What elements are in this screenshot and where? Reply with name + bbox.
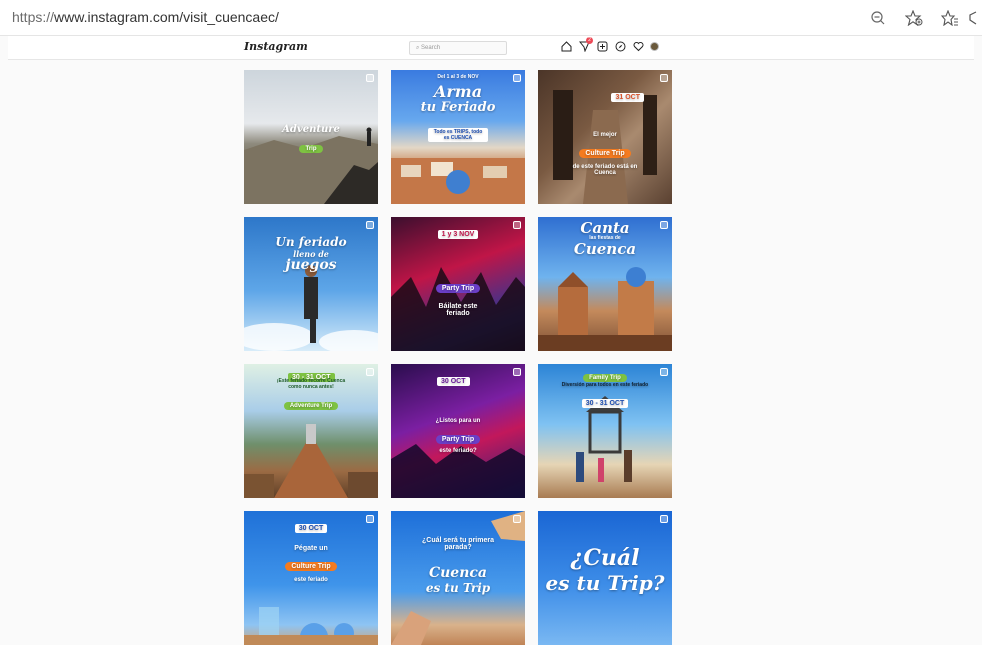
post-date-chip: 31 OCT <box>611 93 644 102</box>
post-adventure-trip[interactable]: Adventure Trip <box>244 70 378 204</box>
instagram-logo[interactable]: Instagram <box>244 40 308 53</box>
post-dates: Del 1 al 3 de NOV <box>437 74 479 80</box>
notification-badge: 2 <box>586 37 593 44</box>
post-title-line1: Cuenca <box>428 565 487 581</box>
post-party-trip[interactable]: 1 y 3 NOV Party Trip Báilate este feriad… <box>391 217 525 351</box>
post-title-line3: Cuenca <box>573 240 637 258</box>
post-title-line1: ¿Cuál <box>570 545 640 571</box>
new-post-icon[interactable] <box>596 39 608 53</box>
post-date-chip: 30 OCT <box>437 377 470 386</box>
post-title-line2: tu Feriado <box>420 100 496 115</box>
post-feriado-lleno-de-juegos[interactable]: Un feriado lleno de juegos <box>244 217 378 351</box>
url-main: www.instagram.com/visit_cuencaec/ <box>54 9 279 25</box>
trip-pill: Adventure Trip <box>283 402 339 410</box>
trip-pill: Family Trip <box>583 374 627 382</box>
post-mid-text: ¿Listos para un <box>435 418 481 424</box>
multiple-posts-icon <box>366 74 374 82</box>
search-placeholder: Search <box>421 45 441 51</box>
post-title-line2: es tu Trip <box>425 581 491 595</box>
post-title-line3: juegos <box>285 257 337 273</box>
trip-pill: Party Trip <box>435 284 481 293</box>
post-title-line2: es tu Trip? <box>545 571 665 595</box>
post-canta-fiestas-cuenca[interactable]: Canta las fiestas de Cuenca <box>538 217 672 351</box>
post-cual-es-tu-trip[interactable]: ¿Cuál es tu Trip? <box>538 511 672 645</box>
posts-grid: Adventure Trip Del 1 al 3 de NOV Arma tu… <box>244 70 672 645</box>
post-date-chip: 30 - 31 OCT <box>581 399 629 408</box>
post-family-trip[interactable]: Family Trip Diversión para todos en este… <box>538 364 672 498</box>
add-favorite-icon[interactable] <box>896 6 932 30</box>
browser-essentials-icon[interactable] <box>968 6 982 30</box>
trip-pill: Culture Trip <box>579 149 631 158</box>
trip-pill: Culture Trip <box>285 562 337 571</box>
post-mid-text: El mejor <box>593 132 617 138</box>
trip-pill: Party Trip <box>435 435 481 444</box>
zoom-out-icon[interactable] <box>860 6 896 30</box>
post-listos-party-trip[interactable]: 30 OCT ¿Listos para un Party Trip este f… <box>391 364 525 498</box>
post-culture-trip-31-oct[interactable]: 31 OCT El mejor Culture Trip de este fer… <box>538 70 672 204</box>
multiple-posts-icon <box>660 515 668 523</box>
post-subtitle: ¡Este feriado recorre Cuenca como nunca … <box>276 378 346 390</box>
post-title-line1: Arma <box>433 82 483 101</box>
post-title-line1: Un feriado <box>275 235 347 249</box>
instagram-header: Instagram ⌕ Search 2 <box>8 36 974 60</box>
post-adventure-trip-30-31-oct[interactable]: 30 - 31 OCT ¡Este feriado recorre Cuenca… <box>244 364 378 498</box>
post-pegate-culture-trip[interactable]: 30 OCT Pégate un Culture Trip este feria… <box>244 511 378 645</box>
trip-pill: Trip <box>299 145 323 153</box>
search-input[interactable]: ⌕ Search <box>409 41 507 55</box>
home-icon[interactable] <box>560 39 572 53</box>
url-field[interactable]: https://www.instagram.com/visit_cuencaec… <box>12 9 279 25</box>
profile-avatar[interactable] <box>650 41 659 51</box>
post-mid-text: ¿Cuál será tu primera parada? <box>422 537 494 551</box>
post-subtitle: de este feriado está en Cuenca <box>572 164 638 176</box>
url-prefix: https:// <box>12 9 55 25</box>
browser-address-bar: https://www.instagram.com/visit_cuencaec… <box>0 0 982 36</box>
favorites-icon[interactable] <box>932 6 968 30</box>
post-subtitle: Todo es TRIPS, todo es CUENCA <box>428 128 488 142</box>
post-subtitle: este feriado <box>294 577 328 583</box>
activity-heart-icon[interactable] <box>632 39 644 53</box>
post-mid-text: Pégate un <box>294 545 328 552</box>
post-subtitle: este feriado? <box>439 448 477 454</box>
post-subtitle: Diversión para todos en este feriado <box>561 382 649 388</box>
post-date-chip: 30 OCT <box>294 524 328 533</box>
post-date-chip: 1 y 3 NOV <box>437 230 479 239</box>
multiple-posts-icon <box>660 74 668 82</box>
post-subtitle: Báilate este feriado <box>438 303 478 317</box>
direct-messages-icon[interactable]: 2 <box>578 37 593 53</box>
post-title: Adventure <box>282 124 340 135</box>
explore-icon[interactable] <box>614 39 626 53</box>
multiple-posts-icon <box>513 515 521 523</box>
post-cuenca-es-tu-trip[interactable]: ¿Cuál será tu primera parada? Cuenca es … <box>391 511 525 645</box>
post-arma-tu-feriado[interactable]: Del 1 al 3 de NOV Arma tu Feriado Todo e… <box>391 70 525 204</box>
multiple-posts-icon <box>366 221 374 229</box>
